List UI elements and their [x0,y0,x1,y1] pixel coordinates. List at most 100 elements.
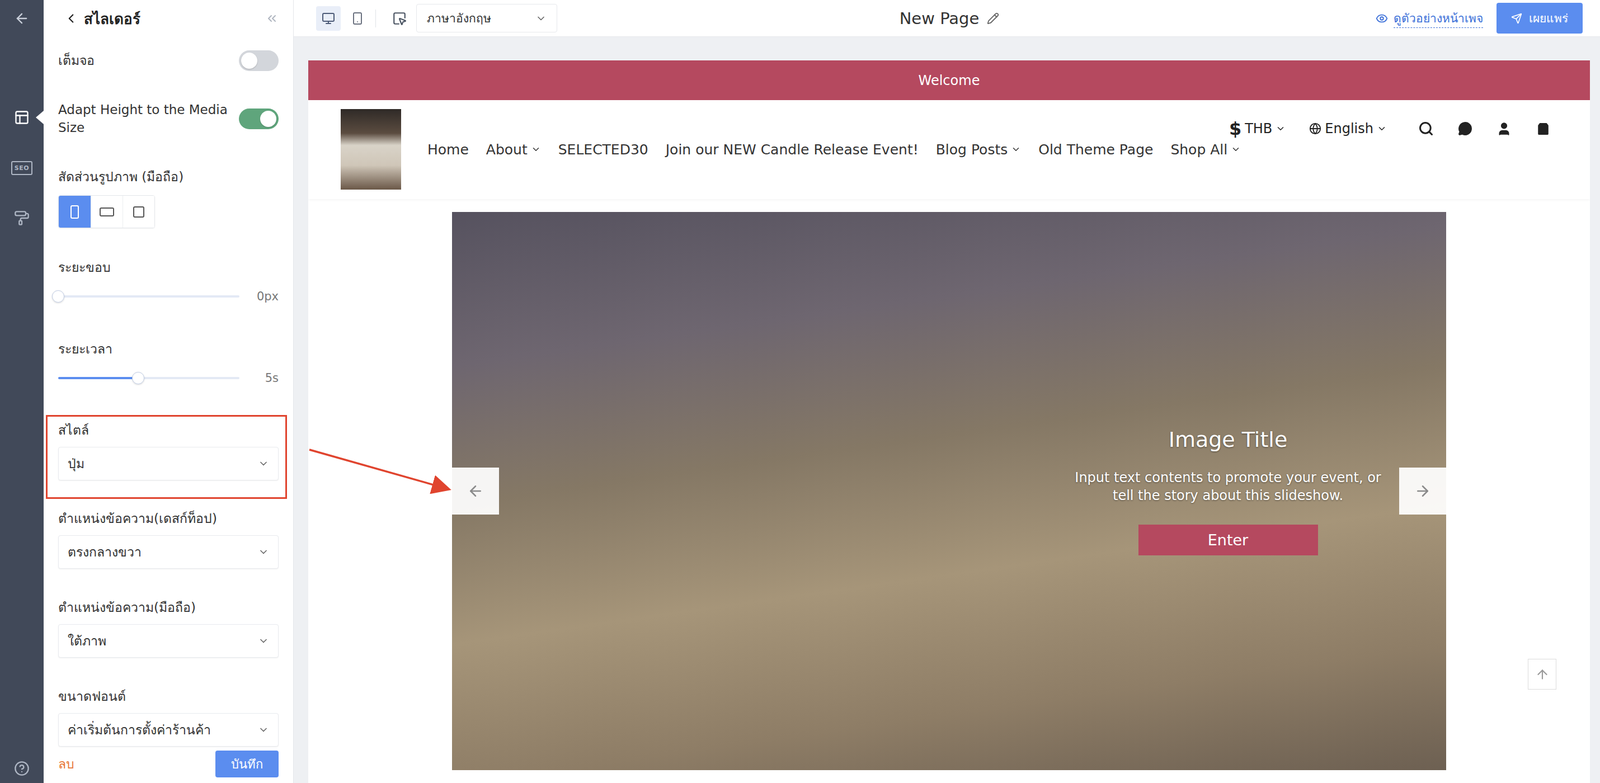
site-nav: Home About SELECTED30 Join our NEW Candle R… [427,141,1241,158]
seo-icon: SEO [11,161,33,176]
cursor-icon [392,11,407,26]
rail-item[interactable] [0,41,44,93]
field-label: สัดส่วนรูปภาพ (มือถือ) [58,167,279,186]
slider-reading: 0px [251,289,279,304]
page-title[interactable]: New Page [899,8,1000,28]
panel-title: สไลเดอร์ [83,7,260,31]
language-select[interactable]: ภาษาอังกฤษ [416,3,558,33]
nav-item[interactable]: Join our NEW Candle Release Event! [665,141,919,158]
logo-image[interactable] [340,109,402,190]
nav-item[interactable]: Home [427,141,469,158]
slider-row: 5s [58,369,279,387]
help-button[interactable] [0,756,44,783]
toggle-row: Adapt Height to the Media Size [58,100,279,137]
chevron-left-icon[interactable] [63,11,79,26]
chevron-down-icon [257,458,270,470]
header-icons [1418,120,1551,137]
landscape-ratio-icon [99,207,115,217]
toolbar-separator [375,9,376,28]
send-icon [1511,12,1523,25]
arrow-left-icon [13,10,30,27]
toggle-label: Adapt Height to the Media Size [58,100,230,137]
ratio-field: สัดส่วนรูปภาพ (มือถือ) [58,167,279,229]
chevron-down-icon [535,12,547,25]
toggle-switch[interactable] [238,108,279,130]
slider-track[interactable] [58,377,240,380]
slide-caption: Image Title Input text contents to promot… [1065,427,1391,556]
slide-next-button[interactable] [1399,467,1447,515]
field-label: ตำแหน่งข้อความ(เดสก์ท็อป) [58,509,279,528]
search-icon[interactable] [1418,120,1434,137]
layout-icon [13,109,30,126]
square-ratio-icon [133,206,145,218]
arrow-left-icon [467,482,484,500]
rail-item[interactable] [0,92,44,143]
rail-back[interactable] [0,0,44,37]
settings-panel: สไลเดอร์เต็มจอ Adapt Height to the Media … [43,0,294,783]
language-switch[interactable]: English [1309,120,1387,137]
chevron-down-icon [257,724,270,736]
slider-track[interactable] [58,295,240,298]
panel-header: สไลเดอร์ [58,0,279,37]
bag-icon[interactable] [1535,121,1551,137]
select-field: สไตล์ปุ่ม [58,421,279,481]
publish-button[interactable]: เผยแพร่ [1496,2,1583,34]
editor-window: SEO สไลเดอร์เต็มจอ Adapt Height to the Med… [0,0,1600,783]
select-field: ตำแหน่งข้อความ(มือถือ)ใต้ภาพ [58,598,279,658]
help-icon [13,760,30,777]
ratio-option[interactable] [58,195,91,228]
ratio-option[interactable] [90,195,123,228]
main-area: ภาษาอังกฤษ New Page ดูตัวอย่างหน้าเพจ เผยแพ… [293,0,1600,783]
device-button[interactable] [345,6,370,31]
slider-row: 0px [58,288,279,305]
chat-icon[interactable] [1457,121,1473,136]
slide-button[interactable]: Enter [1138,524,1319,556]
slide-prev-button[interactable] [452,467,500,515]
rail-item[interactable] [0,193,44,244]
slide-text: Input text contents to promote your even… [1065,468,1391,505]
delete-link[interactable]: ลบ [58,754,75,775]
globe-icon [1309,122,1322,135]
slider-thumb[interactable] [52,290,65,303]
nav-item[interactable]: About [486,141,541,158]
select-box[interactable]: ค่าเริ่มต้นการตั้งค่าร้านค้า [58,713,279,747]
select-element-button[interactable] [387,6,412,31]
select-box[interactable]: ใต้ภาพ [58,624,279,658]
toggle-switch[interactable] [238,50,279,72]
save-button[interactable]: บันทึก [215,750,279,778]
field-label: ระยะขอบ [58,258,279,277]
chevron-down-icon [1275,123,1286,134]
pencil-icon[interactable] [986,12,1000,25]
chevron-down-icon [257,546,270,558]
collapse-button[interactable] [265,11,279,26]
nav-item[interactable]: Old Theme Page [1038,141,1154,158]
arrow-right-icon [1414,482,1432,500]
chevron-down-icon [257,635,270,647]
nav-item[interactable]: Shop All [1170,141,1241,158]
nav-item[interactable]: Blog Posts [935,141,1022,158]
back-to-top-button[interactable] [1527,659,1557,690]
slider-thumb[interactable] [132,372,145,385]
desktop-icon [321,11,336,26]
ratio-option[interactable] [122,195,155,228]
slider-field: ระยะเวลา5s [58,340,279,387]
slide-title: Image Title [1168,427,1288,453]
select-box[interactable]: ตรงกลางขวา [58,535,279,569]
nav-item[interactable]: SELECTED30 [558,141,649,158]
chevrons-left-icon [265,11,279,26]
rail-item[interactable]: SEO [0,142,44,194]
device-button[interactable] [316,6,341,31]
chevron-down-icon [1230,144,1241,155]
select-field: ขนาดฟอนต์ค่าเริ่มต้นการตั้งค่าร้านค้า [58,687,279,747]
arrow-up-icon [1535,667,1550,682]
user-icon[interactable] [1496,121,1512,137]
preview-link[interactable]: ดูตัวอย่างหน้าเพจ [1375,8,1484,28]
field-label: สไตล์ [58,421,279,440]
canvas: WelcomeHomeAboutSELECTED30Join our NEW C… [293,36,1600,783]
currency-select[interactable]: $THB [1229,118,1286,140]
slider-field: ระยะขอบ 0px [58,258,279,305]
top-bar: ภาษาอังกฤษ New Page ดูตัวอย่างหน้าเพจ เผยแพ… [293,0,1600,37]
top-bar-left: ภาษาอังกฤษ [316,3,900,33]
toggle-label: เต็มจอ [58,51,95,70]
select-box[interactable]: ปุ่ม [58,446,279,481]
